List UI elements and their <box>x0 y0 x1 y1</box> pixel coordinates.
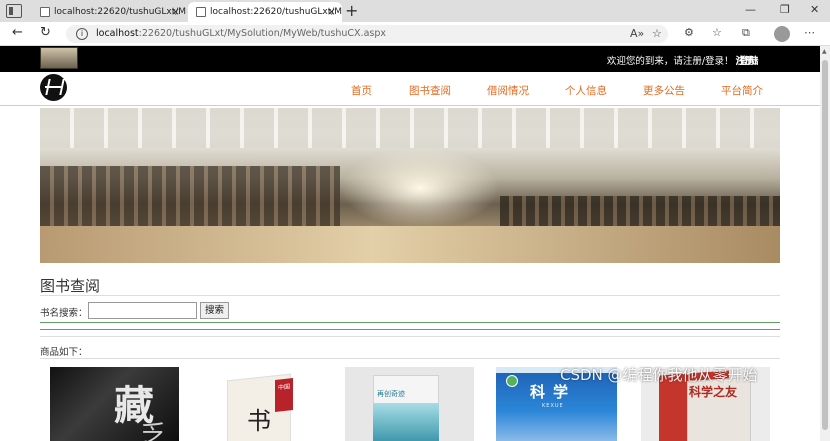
url-host: localhost <box>96 28 139 39</box>
book-cover-art <box>373 403 439 441</box>
watermark: CSDN @编程你我他从零开始 <box>560 366 758 384</box>
book-cover-badge-text: 中国 <box>277 383 290 392</box>
more-menu-icon[interactable]: ⋯ <box>804 26 815 39</box>
book-cover-text: 科学之友 <box>689 385 738 399</box>
scroll-thumb[interactable] <box>822 60 828 430</box>
top-welcome-strip: 欢迎您的到来，请注册/登录！ 注册/ <box>0 46 820 72</box>
address-bar-row: ← ↻ i localhost:22620/tushuGLxt/MySoluti… <box>0 22 830 46</box>
url-path: :22620/tushuGLxt/MySolution/MyWeb/tushuC… <box>138 28 386 39</box>
back-arrow-icon[interactable]: ← <box>12 25 23 40</box>
site-info-icon[interactable]: i <box>76 28 88 40</box>
book-cover-3[interactable]: 再创奇迹 <box>345 367 474 441</box>
search-input[interactable] <box>88 302 197 319</box>
maximize-icon[interactable]: ❐ <box>780 3 790 16</box>
page-favicon-icon <box>196 7 206 17</box>
url-text: localhost:22620/tushuGLxt/MySolution/MyW… <box>96 28 386 39</box>
library-banner-image <box>40 108 780 263</box>
nav-more-notices[interactable]: 更多公告 <box>643 83 685 98</box>
book-cover-badge: 中国 <box>275 378 293 412</box>
scroll-up-icon[interactable]: ▲ <box>822 48 827 55</box>
book-cover-1[interactable]: 藏 乏 <box>50 367 179 441</box>
page-favicon-icon <box>40 7 50 17</box>
banner-shelves-left <box>40 166 340 226</box>
book-cover-text: 再创奇迹 <box>377 390 405 398</box>
book-cover-text: 书 <box>247 407 271 435</box>
search-button[interactable]: 搜索 <box>200 302 229 319</box>
page-title: 图书查阅 <box>40 277 101 295</box>
divider-green <box>40 322 780 323</box>
close-tab-icon[interactable]: × <box>171 5 180 18</box>
divider <box>40 358 780 359</box>
favorite-star-icon[interactable]: ☆ <box>652 27 662 40</box>
banner-light <box>340 148 500 228</box>
login-link[interactable]: /登陆 <box>736 53 758 67</box>
tab-actions-icon[interactable] <box>6 4 22 18</box>
book-emblem-icon <box>506 375 518 387</box>
collections-icon[interactable]: ⧉ <box>742 26 750 40</box>
new-tab-icon[interactable]: + <box>345 1 358 20</box>
nav-home[interactable]: 首页 <box>351 83 372 98</box>
products-label: 商品如下： <box>40 347 88 358</box>
site-logo-icon[interactable] <box>40 74 67 101</box>
nav-personal-info[interactable]: 个人信息 <box>565 83 607 98</box>
banner-floor <box>40 226 780 263</box>
divider <box>40 336 780 337</box>
tab-title: localhost:22620/tushuGLxt/MySc <box>54 7 186 17</box>
divider-green <box>40 329 780 330</box>
extensions-icon[interactable]: ⚙ <box>684 26 694 39</box>
header-image <box>40 47 78 69</box>
minimize-icon[interactable]: — <box>745 3 756 16</box>
welcome-text: 欢迎您的到来，请注册/登录！ <box>606 56 734 67</box>
banner-ceiling <box>40 108 780 148</box>
divider <box>40 295 780 296</box>
search-label: 书名搜索： <box>40 308 88 319</box>
tab-title: localhost:22620/tushuGLxt/MySc <box>210 7 342 17</box>
refresh-icon[interactable]: ↻ <box>40 25 51 40</box>
nav-platform-intro[interactable]: 平台简介 <box>721 83 763 98</box>
close-window-icon[interactable]: ✕ <box>810 3 819 16</box>
read-aloud-icon[interactable]: A» <box>630 27 644 40</box>
favorites-icon[interactable]: ☆ <box>712 26 722 39</box>
browser-tab-1[interactable]: localhost:22620/tushuGLxt/MySc × <box>32 2 186 22</box>
browser-tab-2-active[interactable]: localhost:22620/tushuGLxt/MySc × <box>188 2 342 22</box>
book-cover-2[interactable]: 中国 书 <box>195 367 325 441</box>
book-cover-text: 乏 <box>140 421 167 441</box>
main-nav: 首页 图书查阅 借阅情况 个人信息 更多公告 平台简介 <box>0 72 820 106</box>
nav-borrow-status[interactable]: 借阅情况 <box>487 83 529 98</box>
close-tab-icon[interactable]: × <box>327 5 336 18</box>
nav-book-lookup[interactable]: 图书查阅 <box>409 83 451 98</box>
book-cover-subtext: KEXUE <box>542 403 564 409</box>
page-scrollbar[interactable]: ▲ <box>820 46 830 441</box>
url-field[interactable]: i localhost:22620/tushuGLxt/MySolution/M… <box>66 25 668 43</box>
profile-avatar[interactable] <box>774 26 790 42</box>
browser-tab-bar: localhost:22620/tushuGLxt/MySc × localho… <box>0 0 830 22</box>
